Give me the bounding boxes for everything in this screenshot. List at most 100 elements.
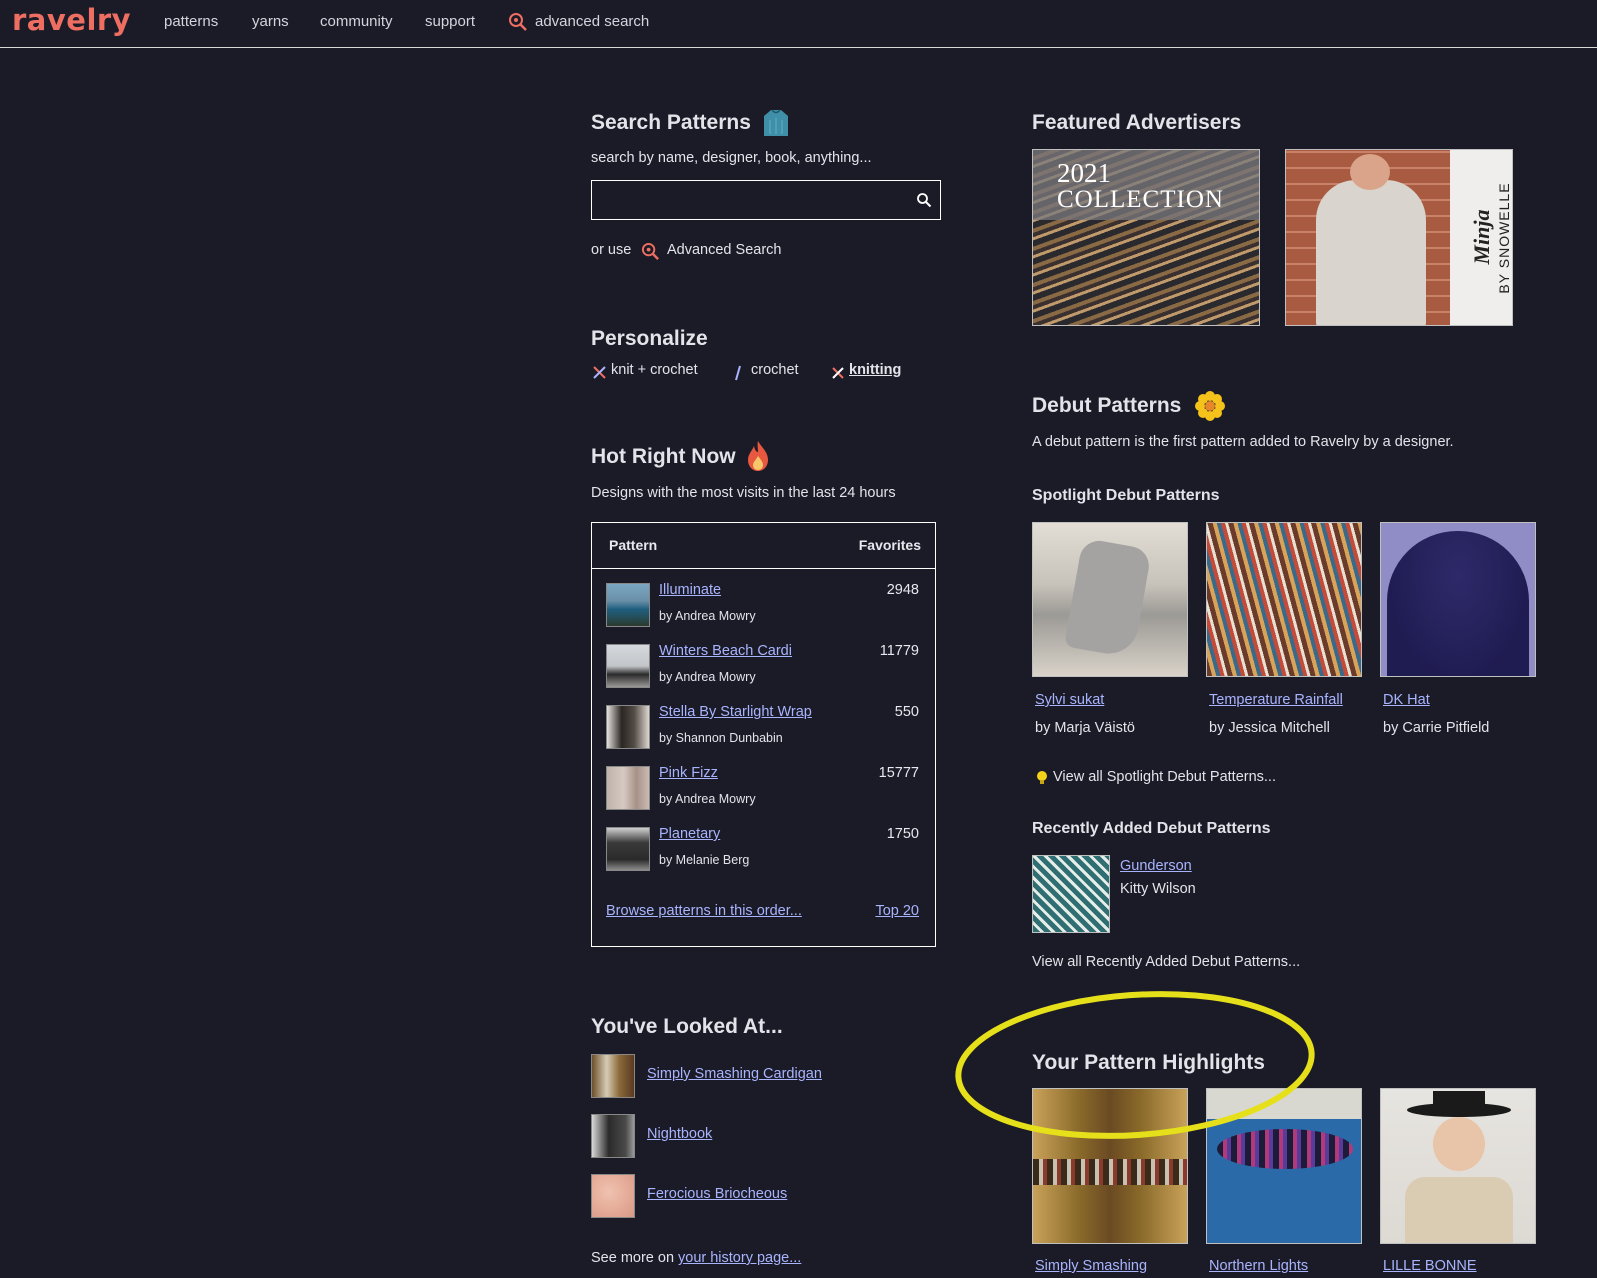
pattern-photo[interactable] bbox=[1206, 522, 1362, 677]
advanced-search-icon bbox=[641, 242, 660, 266]
history-page-link[interactable]: your history page... bbox=[678, 1250, 801, 1266]
looked-at-title: You've Looked At... bbox=[591, 1015, 783, 1038]
history-item-link[interactable]: Simply Smashing Cardigan bbox=[647, 1066, 822, 1082]
hat-shape bbox=[1387, 531, 1529, 676]
col-pattern: Pattern bbox=[609, 537, 658, 553]
nav-advanced-search[interactable]: advanced search bbox=[535, 13, 649, 30]
top-20-link[interactable]: Top 20 bbox=[875, 903, 919, 919]
recent-pattern-link[interactable]: Gunderson bbox=[1120, 858, 1192, 874]
personalize-knitting[interactable]: knitting bbox=[849, 362, 901, 378]
pattern-favorites: 1750 bbox=[886, 826, 919, 842]
table-row: Planetary by Melanie Berg 1750 bbox=[606, 826, 921, 877]
advanced-search-link[interactable]: Advanced Search bbox=[667, 242, 781, 258]
advanced-search-icon[interactable] bbox=[508, 12, 528, 37]
photo-background bbox=[1207, 1089, 1361, 1119]
lightbulb-icon bbox=[1035, 770, 1049, 791]
highlight-photo[interactable] bbox=[1206, 1088, 1362, 1244]
yoke-pattern bbox=[1217, 1129, 1353, 1169]
nav-yarns[interactable]: yarns bbox=[252, 13, 289, 30]
pattern-link[interactable]: Stella By Starlight Wrap bbox=[659, 704, 812, 720]
pattern-thumbnail[interactable] bbox=[606, 827, 650, 871]
knitting-needles-icon bbox=[831, 366, 845, 385]
sweater-icon bbox=[762, 108, 790, 143]
debut-description: A debut pattern is the first pattern add… bbox=[1032, 434, 1454, 450]
view-recent-link[interactable]: View all Recently Added Debut Patterns..… bbox=[1032, 954, 1300, 970]
history-thumbnail[interactable] bbox=[591, 1054, 635, 1098]
banner-label-panel: Minja BY SNOWELLE bbox=[1450, 150, 1512, 325]
hot-right-now-title: Hot Right Now bbox=[591, 445, 736, 468]
ad-by-text: BY SNOWELLE bbox=[1496, 182, 1512, 294]
ravelry-logo[interactable]: ravelry bbox=[12, 3, 131, 37]
child-face bbox=[1433, 1117, 1485, 1171]
search-icon[interactable] bbox=[916, 192, 932, 213]
pattern-favorites: 11779 bbox=[879, 643, 919, 659]
spotlight-pattern-link[interactable]: DK Hat bbox=[1383, 692, 1430, 708]
fairisle-band bbox=[1033, 1159, 1187, 1185]
nav-patterns[interactable]: patterns bbox=[164, 13, 218, 30]
top-navigation: ravelry patterns yarns community support… bbox=[0, 0, 1597, 48]
hat-crown bbox=[1433, 1091, 1485, 1109]
pattern-highlights-title: Your Pattern Highlights bbox=[1032, 1051, 1265, 1074]
personalize-title: Personalize bbox=[591, 327, 708, 350]
highlight-pattern-link[interactable]: Northern Lights bbox=[1209, 1258, 1308, 1274]
pattern-link[interactable]: Illuminate bbox=[659, 582, 721, 598]
sweater-model bbox=[1316, 180, 1426, 325]
spotlight-designer: by Jessica Mitchell bbox=[1209, 720, 1330, 736]
search-box bbox=[591, 180, 941, 220]
search-patterns-title: Search Patterns bbox=[591, 111, 751, 134]
sock-shape bbox=[1063, 537, 1153, 659]
pattern-link[interactable]: Pink Fizz bbox=[659, 765, 718, 781]
pattern-thumbnail[interactable] bbox=[606, 583, 650, 627]
pattern-thumbnail[interactable] bbox=[606, 644, 650, 688]
pattern-favorites: 2948 bbox=[886, 582, 919, 598]
ad-script-text: Minja bbox=[1469, 209, 1494, 265]
pattern-link[interactable]: Planetary bbox=[659, 826, 720, 842]
view-spotlight-link[interactable]: View all Spotlight Debut Patterns... bbox=[1053, 769, 1276, 785]
recent-pattern-photo[interactable] bbox=[1032, 855, 1110, 933]
advertiser-banner[interactable]: 2021 COLLECTION bbox=[1032, 149, 1260, 326]
search-hint: search by name, designer, book, anything… bbox=[591, 150, 872, 166]
pattern-designer: by Melanie Berg bbox=[659, 853, 750, 867]
pattern-thumbnail[interactable] bbox=[606, 705, 650, 749]
table-row: Illuminate by Andrea Mowry 2948 bbox=[606, 582, 921, 633]
table-row: Pink Fizz by Andrea Mowry 15777 bbox=[606, 765, 921, 816]
nav-community[interactable]: community bbox=[320, 13, 393, 30]
knit-top bbox=[1405, 1177, 1513, 1243]
pattern-designer: by Andrea Mowry bbox=[659, 792, 756, 806]
pattern-photo[interactable] bbox=[1380, 522, 1536, 677]
table-header: Pattern Favorites bbox=[592, 523, 935, 569]
highlight-photo[interactable] bbox=[1032, 1088, 1188, 1244]
pattern-designer: by Andrea Mowry bbox=[659, 670, 756, 684]
personalize-knit-crochet[interactable]: knit + crochet bbox=[611, 362, 698, 378]
pattern-thumbnail[interactable] bbox=[606, 766, 650, 810]
highlight-pattern-link[interactable]: Simply Smashing bbox=[1035, 1258, 1147, 1274]
spotlight-pattern-link[interactable]: Sylvi sukat bbox=[1035, 692, 1104, 708]
history-item-link[interactable]: Ferocious Briocheous bbox=[647, 1186, 787, 1202]
table-row: Stella By Starlight Wrap by Shannon Dunb… bbox=[606, 704, 921, 755]
ad-year-text: 2021 bbox=[1057, 158, 1111, 188]
pattern-designer: by Andrea Mowry bbox=[659, 609, 756, 623]
pattern-favorites: 550 bbox=[894, 704, 919, 720]
spotlight-designer: by Carrie Pitfield bbox=[1383, 720, 1490, 736]
pattern-photo[interactable] bbox=[1032, 522, 1188, 677]
history-thumbnail[interactable] bbox=[591, 1114, 635, 1158]
spotlight-designer: by Marja Väistö bbox=[1035, 720, 1135, 736]
nav-support[interactable]: support bbox=[425, 13, 475, 30]
advertiser-banner[interactable]: Minja BY SNOWELLE bbox=[1285, 149, 1513, 326]
personalize-crochet[interactable]: crochet bbox=[751, 362, 799, 378]
recent-debut-title: Recently Added Debut Patterns bbox=[1032, 820, 1271, 837]
search-input[interactable] bbox=[592, 181, 912, 217]
knit-crochet-icon bbox=[592, 365, 607, 385]
highlight-pattern-link[interactable]: LILLE BONNE bbox=[1383, 1258, 1477, 1274]
history-item-link[interactable]: Nightbook bbox=[647, 1126, 712, 1142]
fire-icon bbox=[746, 440, 770, 477]
col-favorites: Favorites bbox=[858, 537, 921, 553]
hot-table: Pattern Favorites Illuminate by Andrea M… bbox=[591, 522, 936, 947]
browse-patterns-link[interactable]: Browse patterns in this order... bbox=[606, 903, 802, 919]
see-more-label: See more on bbox=[591, 1250, 675, 1266]
pattern-link[interactable]: Winters Beach Cardi bbox=[659, 643, 792, 659]
history-thumbnail[interactable] bbox=[591, 1174, 635, 1218]
pattern-favorites: 15777 bbox=[878, 765, 919, 781]
spotlight-pattern-link[interactable]: Temperature Rainfall bbox=[1209, 692, 1343, 708]
highlight-photo[interactable] bbox=[1380, 1088, 1536, 1244]
